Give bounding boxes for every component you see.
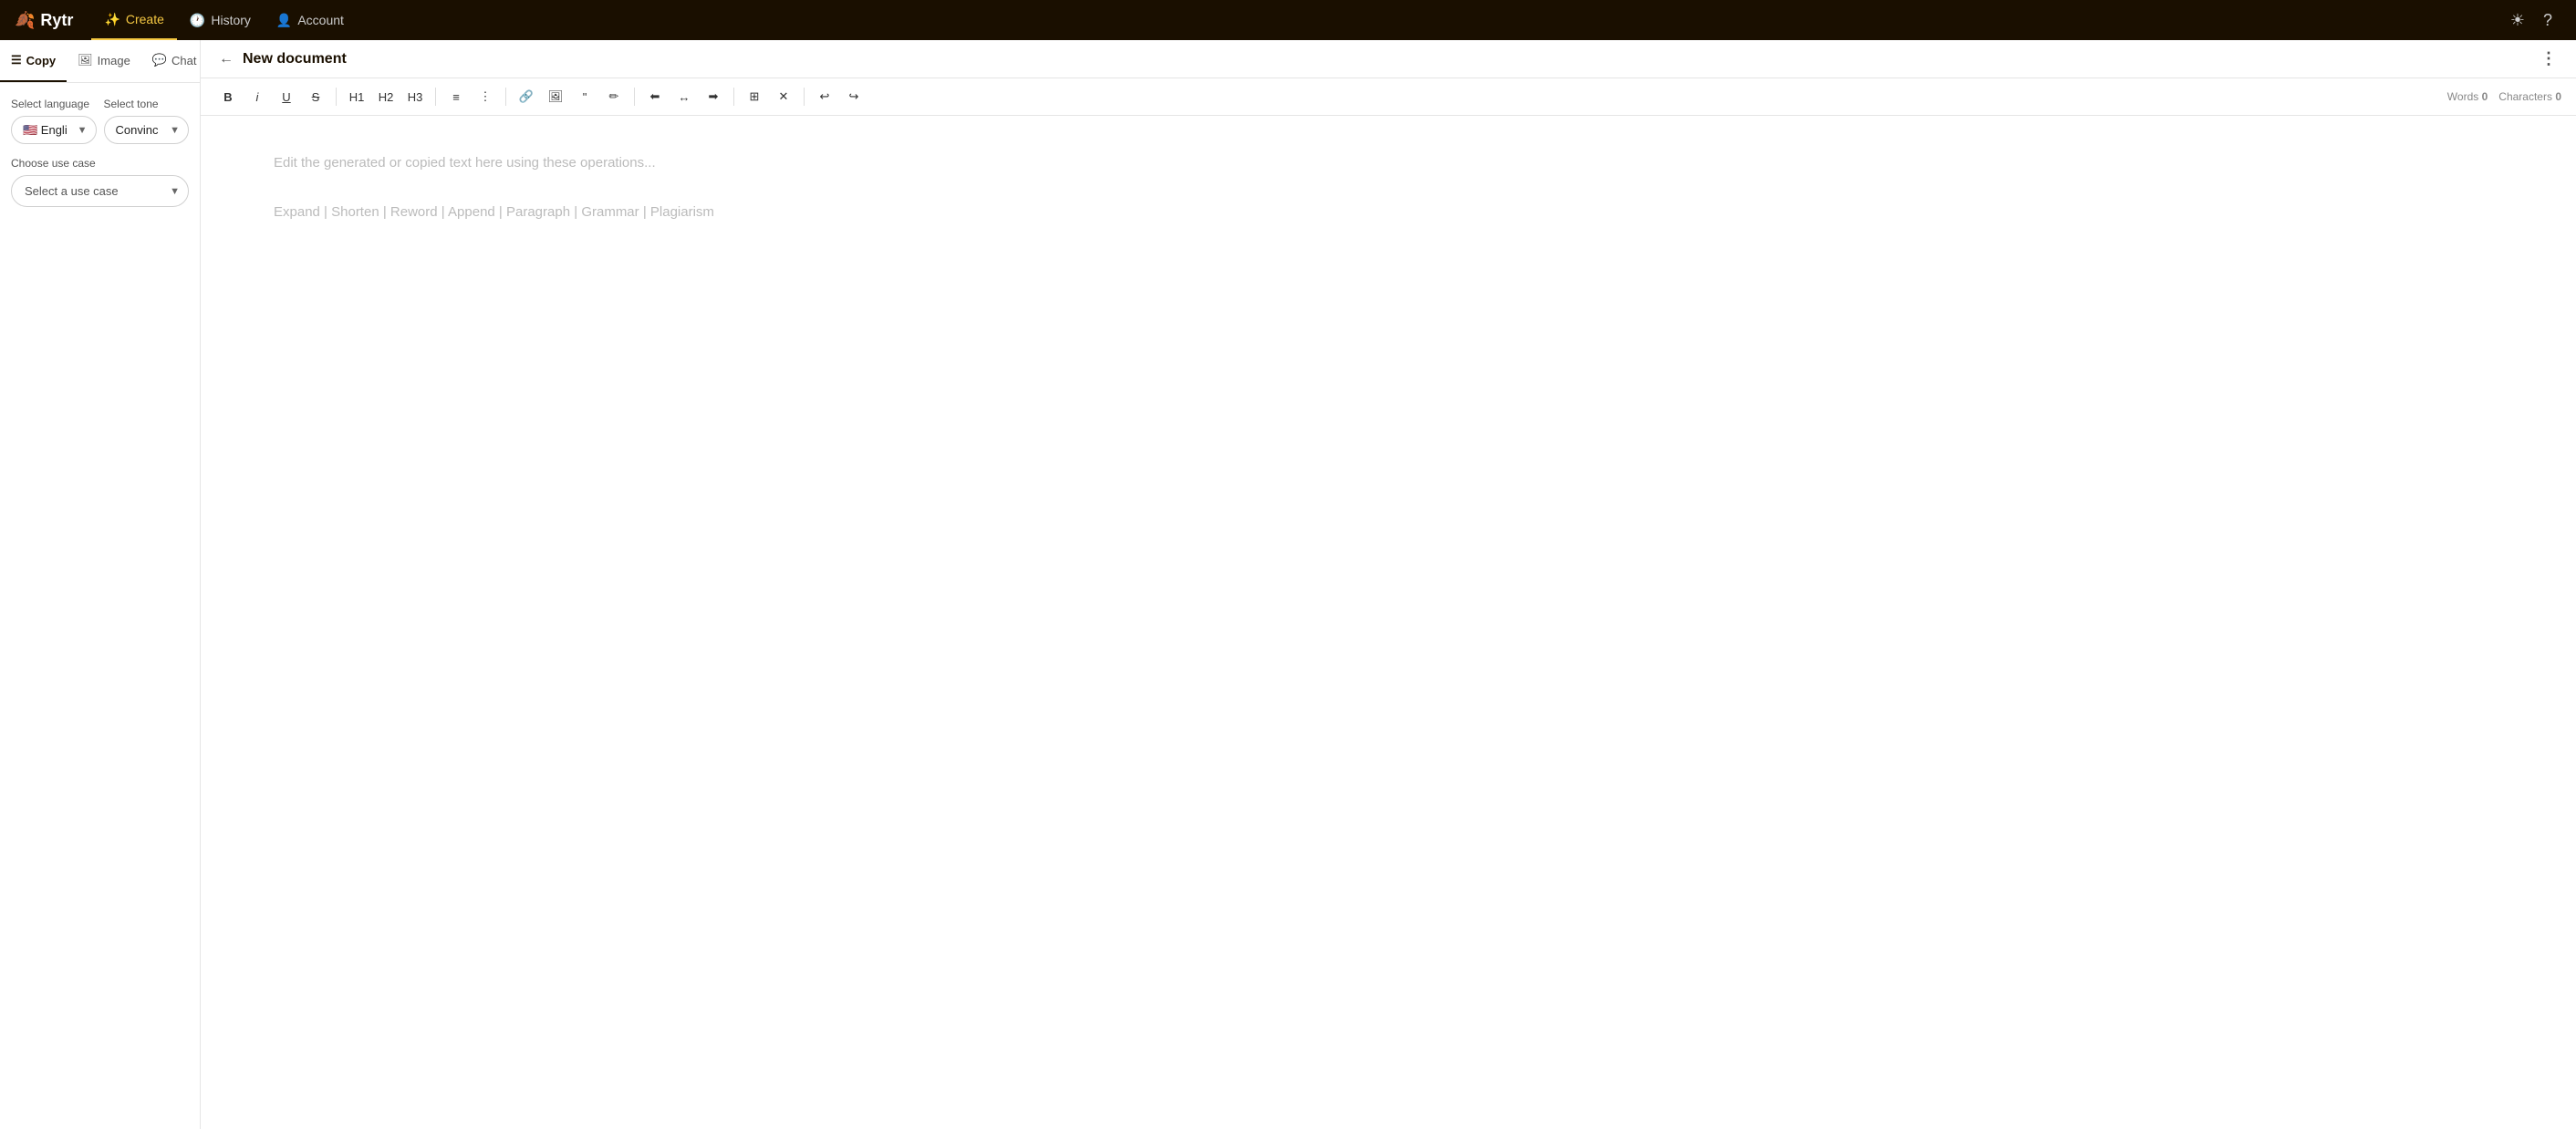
nav-history-label: History — [211, 13, 251, 27]
toolbar-sep-3 — [505, 88, 506, 106]
h3-button[interactable]: H3 — [402, 84, 428, 109]
language-label: Select language — [11, 98, 97, 110]
doc-menu-button[interactable]: ⋮ — [2540, 49, 2558, 68]
logo-label: Rytr — [40, 11, 73, 30]
editor-operations: Expand | Shorten | Reword | Append | Par… — [274, 202, 2503, 223]
highlight-button[interactable]: ✏ — [601, 84, 627, 109]
chat-tab-icon: 💬 — [152, 53, 167, 67]
editor-area: ← New document ⋮ B i U S H1 H2 H3 ≡ ⋮ 🔗 … — [201, 40, 2576, 1129]
quote-button[interactable]: " — [572, 84, 597, 109]
tab-image-label: Image — [98, 54, 130, 67]
image-insert-button[interactable]: 🖼 — [543, 84, 568, 109]
characters-count: 0 — [2555, 90, 2561, 103]
op-expand[interactable]: Expand — [274, 204, 320, 220]
doc-header: ← New document ⋮ — [201, 40, 2576, 78]
op-append[interactable]: Append — [448, 204, 495, 220]
use-case-select[interactable]: Select a use case — [11, 175, 189, 207]
use-case-group: Choose use case Select a use case ▼ — [11, 157, 189, 207]
create-icon: ✨ — [104, 12, 119, 27]
align-center-button[interactable]: ↔ — [671, 84, 697, 109]
op-reword[interactable]: Reword — [390, 204, 438, 220]
words-count: 0 — [2482, 90, 2488, 103]
toolbar-sep-5 — [733, 88, 734, 106]
editor-toolbar: B i U S H1 H2 H3 ≡ ⋮ 🔗 🖼 " ✏ ⬅ ↔ ➡ ⊞ ✕ ↩… — [201, 78, 2576, 116]
nav-history[interactable]: 🕐 History — [177, 0, 264, 40]
op-sep-3: | — [441, 204, 448, 220]
back-button[interactable]: ← — [219, 51, 234, 67]
help-icon[interactable]: ? — [2534, 11, 2561, 30]
tone-label: Select tone — [104, 98, 190, 110]
image-tab-icon: 🖼 — [78, 53, 93, 67]
strikethrough-button[interactable]: S — [303, 84, 328, 109]
clear-format-button[interactable]: ✕ — [771, 84, 796, 109]
op-sep-1: | — [324, 204, 331, 220]
h1-button[interactable]: H1 — [344, 84, 369, 109]
nav-account-label: Account — [297, 13, 344, 27]
sidebar-form: Select language 🇺🇸 English 🇫🇷 French 🇪🇸 … — [0, 83, 200, 222]
op-plagiarism[interactable]: Plagiarism — [650, 204, 714, 220]
sidebar: ☰ Copy 🖼 Image 💬 Chat new Select languag… — [0, 40, 201, 1129]
editor-body[interactable]: Edit the generated or copied text here u… — [201, 116, 2576, 1129]
main-layout: ☰ Copy 🖼 Image 💬 Chat new Select languag… — [0, 40, 2576, 1129]
sidebar-tabs: ☰ Copy 🖼 Image 💬 Chat new — [0, 40, 200, 83]
toolbar-sep-1 — [336, 88, 337, 106]
op-shorten[interactable]: Shorten — [331, 204, 379, 220]
characters-count-label: Characters 0 — [2498, 90, 2561, 103]
bullet-list-button[interactable]: ≡ — [443, 84, 469, 109]
op-sep-2: | — [383, 204, 390, 220]
h2-button[interactable]: H2 — [373, 84, 399, 109]
language-group: Select language 🇺🇸 English 🇫🇷 French 🇪🇸 … — [11, 98, 97, 144]
topnav: 🍂 Rytr ✨ Create 🕐 History 👤 Account ☀ ? — [0, 0, 2576, 40]
nav-account[interactable]: 👤 Account — [264, 0, 357, 40]
tone-select[interactable]: Convincing Casual Formal Humorous Inspir… — [104, 116, 190, 144]
doc-title-row: ← New document — [219, 51, 347, 67]
tab-copy-label: Copy — [26, 54, 57, 67]
tab-copy[interactable]: ☰ Copy — [0, 40, 67, 82]
word-char-count: Words 0 Characters 0 — [2447, 90, 2561, 103]
toolbar-sep-4 — [634, 88, 635, 106]
language-select[interactable]: 🇺🇸 English 🇫🇷 French 🇪🇸 Spanish 🇩🇪 Germa… — [11, 116, 97, 144]
nav-create[interactable]: ✨ Create — [91, 0, 176, 40]
undo-button[interactable]: ↩ — [812, 84, 837, 109]
italic-button[interactable]: i — [244, 84, 270, 109]
op-paragraph[interactable]: Paragraph — [506, 204, 570, 220]
lang-tone-row: Select language 🇺🇸 English 🇫🇷 French 🇪🇸 … — [11, 98, 189, 144]
words-count-label: Words 0 — [2447, 90, 2488, 103]
language-select-wrapper: 🇺🇸 English 🇫🇷 French 🇪🇸 Spanish 🇩🇪 Germa… — [11, 116, 97, 144]
ordered-list-button[interactable]: ⋮ — [473, 84, 498, 109]
use-case-select-wrapper: Select a use case ▼ — [11, 175, 189, 207]
underline-button[interactable]: U — [274, 84, 299, 109]
history-icon: 🕐 — [190, 13, 205, 28]
copy-tab-icon: ☰ — [11, 53, 22, 67]
toolbar-sep-6 — [804, 88, 805, 106]
op-sep-6: | — [643, 204, 650, 220]
use-case-label: Choose use case — [11, 157, 189, 170]
theme-toggle-icon[interactable]: ☀ — [2501, 11, 2534, 30]
tone-select-wrapper: Convincing Casual Formal Humorous Inspir… — [104, 116, 190, 144]
op-sep-4: | — [499, 204, 506, 220]
account-icon: 👤 — [276, 13, 292, 28]
tab-image[interactable]: 🖼 Image — [67, 40, 141, 82]
table-button[interactable]: ⊞ — [742, 84, 767, 109]
redo-button[interactable]: ↪ — [841, 84, 867, 109]
logo-icon: 🍂 — [15, 11, 35, 30]
logo[interactable]: 🍂 Rytr — [15, 11, 73, 30]
tone-group: Select tone Convincing Casual Formal Hum… — [104, 98, 190, 144]
link-button[interactable]: 🔗 — [514, 84, 539, 109]
bold-button[interactable]: B — [215, 84, 241, 109]
align-right-button[interactable]: ➡ — [701, 84, 726, 109]
editor-placeholder: Edit the generated or copied text here u… — [274, 152, 2503, 174]
doc-title: New document — [243, 51, 347, 67]
nav-create-label: Create — [126, 12, 164, 26]
op-grammar[interactable]: Grammar — [581, 204, 639, 220]
tab-chat-label: Chat — [171, 54, 196, 67]
align-left-button[interactable]: ⬅ — [642, 84, 668, 109]
toolbar-sep-2 — [435, 88, 436, 106]
